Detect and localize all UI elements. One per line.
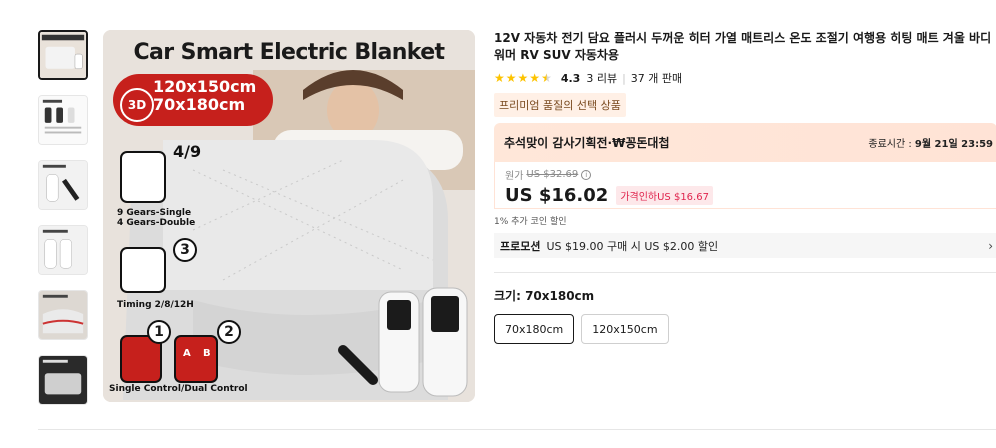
thumbnail-5[interactable]: [38, 290, 88, 340]
coin-discount-text: 1% 추가 코인 할인: [494, 217, 567, 227]
separator: |: [622, 71, 626, 85]
thumbnail-6[interactable]: [38, 355, 88, 405]
thumbnail-4[interactable]: [38, 225, 88, 275]
promotion-label: 프로모션: [500, 239, 541, 253]
thumbnail-2[interactable]: [38, 95, 88, 145]
promo-banner-title: 추석맞이 감사기획전·₩꽁돈대첩: [504, 136, 670, 150]
original-price: US $32.69: [526, 169, 579, 180]
label-a: A: [183, 348, 191, 359]
original-price-label: 원가: [505, 171, 524, 182]
rating-row: ★ ★ ★ ★ ★ 4.3 3 리뷰 | 37 개 판매: [494, 70, 996, 86]
star-icon: ★: [494, 71, 505, 85]
gear-text-line2: 4 Gears-Double: [117, 218, 196, 228]
timing-text: Timing 2/8/12H: [117, 300, 194, 310]
half-star-icon: ★: [541, 71, 552, 85]
gear-text: 9 Gears-Single 4 Gears-Double: [117, 208, 195, 228]
control-text: Single Control/Dual Control: [109, 384, 248, 394]
premium-tag: 프리미엄 품질의 선택 상품: [494, 93, 626, 117]
star-icon: ★: [505, 71, 517, 85]
current-price-row: US $16.02 가격인하US $16.67: [505, 185, 986, 206]
price-drop-badge: 가격인하US $16.67: [616, 186, 713, 205]
promo-end-label: 종료시간 :: [868, 139, 912, 150]
product-info: 12V 자동차 전기 담요 플러시 두꺼운 히터 가열 매트리스 온도 조절기 …: [494, 30, 996, 344]
number-1-badge: 1: [147, 320, 171, 344]
promotion-text: US $19.00 구매 시 US $2.00 할인: [546, 239, 719, 253]
size-options: 70x180cm 120x150cm: [494, 314, 996, 344]
price-box: 원가 US $32.69 i US $16.02 가격인하US $16.67: [494, 162, 996, 209]
number-3-badge: 3: [173, 238, 197, 262]
image-size-text: 120x150cm 70x180cm: [153, 78, 256, 114]
original-price-row: 원가 US $32.69 i: [505, 167, 986, 182]
star-icon: ★: [517, 71, 529, 85]
info-icon[interactable]: i: [581, 169, 592, 180]
image-headline: Car Smart Electric Blanket: [133, 40, 446, 65]
size-option-120x150[interactable]: 120x150cm: [581, 314, 669, 344]
rating-value: 4.3: [560, 71, 581, 85]
promo-banner: 추석맞이 감사기획전·₩꽁돈대첩 종료시간 : 9월 21일 23:59: [494, 123, 996, 162]
chevron-right-icon: ›: [988, 238, 993, 253]
main-product-image[interactable]: Car Smart Electric Blanket 3D 120x150cm …: [103, 30, 475, 402]
thumbnail-3[interactable]: [38, 160, 88, 210]
image-size-line1: 120x150cm: [153, 77, 257, 96]
review-count-link[interactable]: 3 리뷰: [586, 70, 617, 86]
number-2-badge: 2: [217, 320, 241, 344]
promo-end-value: 9월 21일 23:59: [914, 139, 993, 150]
size-option-70x180[interactable]: 70x180cm: [494, 314, 575, 344]
rating-stars[interactable]: ★ ★ ★ ★ ★: [494, 72, 553, 84]
thumbnail-list: [38, 30, 90, 420]
size-selected-value: 70x180cm: [525, 289, 595, 303]
badge-3d: 3D: [120, 88, 154, 122]
product-title: 12V 자동차 전기 담요 플러시 두꺼운 히터 가열 매트리스 온도 조절기 …: [494, 31, 992, 62]
image-size-line2: 70x180cm: [153, 95, 246, 114]
gear-text-line1: 9 Gears-Single: [117, 208, 192, 218]
sold-count: 37 개 판매: [630, 72, 683, 85]
star-icon: ★: [529, 71, 541, 85]
current-price: US $16.02: [505, 185, 609, 206]
bottom-divider: [38, 429, 996, 430]
promo-end-time: 종료시간 : 9월 21일 23:59: [868, 135, 993, 150]
size-label: 크기: 70x180cm: [494, 287, 996, 304]
thumbnail-1[interactable]: [38, 30, 88, 80]
size-label-text: 크기:: [494, 289, 526, 303]
gear-number: 4/9: [173, 142, 202, 161]
promotion-row[interactable]: 프로모션 US $19.00 구매 시 US $2.00 할인 ›: [494, 233, 996, 258]
label-b: B: [203, 348, 211, 359]
divider: [494, 272, 996, 273]
